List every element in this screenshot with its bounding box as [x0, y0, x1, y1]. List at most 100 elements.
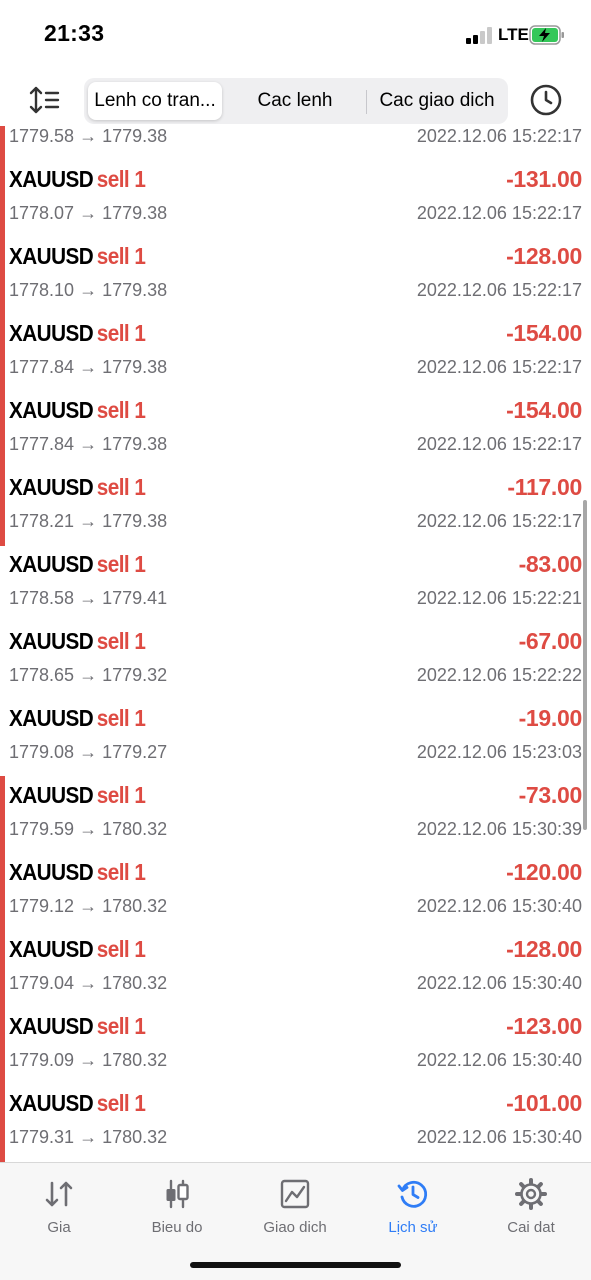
segment-open-orders[interactable]: Lenh co tran... — [88, 82, 222, 120]
battery-charging-icon — [529, 25, 564, 45]
tab-label: Bieu do — [151, 1219, 203, 1236]
home-indicator[interactable] — [190, 1262, 401, 1268]
list-item[interactable]: XAUUSD sell 1 -83.00 1778.58 → 1779.41 20… — [0, 542, 591, 619]
timestamp: 2022.12.06 15:22:17 — [416, 511, 582, 531]
list-item[interactable]: XAUUSD sell 1 -154.00 1777.84 → 1779.38 2… — [0, 311, 591, 388]
network-type: LTE — [498, 25, 529, 44]
scrollbar[interactable] — [583, 500, 587, 830]
timestamp: 2022.12.06 15:22:17 — [416, 357, 582, 377]
trade-side: sell 1 — [96, 1090, 146, 1116]
price-range: 1779.31 → 1780.32 — [9, 1127, 168, 1147]
trade-side: sell 1 — [96, 243, 146, 269]
symbol: XAUUSD — [9, 166, 94, 192]
trade-side: sell 1 — [96, 166, 146, 192]
tab-label: Lịch sử — [388, 1219, 438, 1236]
profit: -154.00 — [506, 320, 582, 346]
quotes-icon — [45, 1181, 73, 1207]
trade-side: sell 1 — [96, 320, 146, 346]
list-item-partial[interactable]: 1779.58 → 1779.38 2022.12.06 15:22:17 — [0, 126, 591, 157]
timestamp: 2022.12.06 15:30:40 — [416, 1050, 582, 1070]
tab-quotes[interactable]: Gia — [0, 1171, 118, 1241]
symbol: XAUUSD — [9, 628, 94, 654]
profit: -128.00 — [506, 936, 582, 962]
profit: -101.00 — [506, 1090, 582, 1116]
trade-side: sell 1 — [96, 936, 146, 962]
symbol: XAUUSD — [9, 1090, 94, 1116]
tab-label: Gia — [47, 1219, 71, 1236]
price-range: 1779.59 → 1780.32 — [9, 819, 168, 839]
profit: -83.00 — [518, 551, 583, 577]
tab-label: Cai dat — [507, 1219, 555, 1236]
trade-side: sell 1 — [96, 1013, 146, 1039]
timestamp: 2022.12.06 15:23:03 — [416, 742, 582, 762]
segment-divider — [366, 90, 367, 114]
timestamp: 2022.12.06 15:22:17 — [416, 434, 582, 454]
profit: -128.00 — [506, 243, 582, 269]
segmented-control: Lenh co tran... Cac lenh Cac giao dich — [84, 78, 508, 124]
list-item[interactable]: XAUUSD sell 1 -120.00 1779.12 → 1780.32 2… — [0, 850, 591, 927]
symbol: XAUUSD — [9, 243, 94, 269]
profit: -131.00 — [506, 166, 582, 192]
price-range: 1779.08 → 1779.27 — [9, 742, 168, 762]
timestamp: 2022.12.06 15:22:17 — [416, 126, 582, 146]
trade-chart-icon — [280, 1179, 310, 1209]
list-item[interactable]: XAUUSD sell 1 -117.00 1778.21 → 1779.38 2… — [0, 465, 591, 542]
price-range: 1777.84 → 1779.38 — [9, 357, 168, 377]
tab-trade[interactable]: Giao dich — [236, 1171, 354, 1241]
price-range: 1779.58 → 1779.38 — [9, 126, 168, 146]
timestamp: 2022.12.06 15:30:40 — [416, 896, 582, 916]
tab-charts[interactable]: Bieu do — [118, 1171, 236, 1241]
symbol: XAUUSD — [9, 705, 94, 731]
trade-side: sell 1 — [96, 705, 146, 731]
sort-icon[interactable] — [26, 82, 64, 118]
list-item[interactable]: XAUUSD sell 1 -19.00 1779.08 → 1779.27 20… — [0, 696, 591, 773]
chart-candles-icon — [166, 1179, 189, 1209]
profit: -120.00 — [506, 859, 582, 885]
tab-label: Giao dich — [263, 1219, 327, 1236]
price-range: 1778.21 → 1779.38 — [9, 511, 168, 531]
segment-orders[interactable]: Cac lenh — [226, 82, 364, 120]
profit: -19.00 — [518, 705, 583, 731]
symbol: XAUUSD — [9, 782, 94, 808]
list-item[interactable]: XAUUSD sell 1 -131.00 1778.07 → 1779.38 2… — [0, 157, 591, 234]
list-item[interactable]: XAUUSD sell 1 -123.00 1779.09 → 1780.32 2… — [0, 1004, 591, 1081]
trade-side: sell 1 — [96, 397, 146, 423]
list-item[interactable]: XAUUSD sell 1 -73.00 1779.59 → 1780.32 20… — [0, 773, 591, 850]
price-range: 1778.65 → 1779.32 — [9, 665, 168, 685]
symbol: XAUUSD — [9, 474, 94, 500]
list-item[interactable]: XAUUSD sell 1 -128.00 1778.10 → 1779.38 2… — [0, 234, 591, 311]
timestamp: 2022.12.06 15:22:21 — [416, 588, 582, 608]
timestamp: 2022.12.06 15:30:40 — [416, 1127, 582, 1147]
cellular-signal-icon — [466, 27, 494, 44]
tab-history[interactable]: Lịch sử — [354, 1171, 472, 1241]
segment-deals[interactable]: Cac giao dich — [368, 82, 506, 120]
status-bar: 21:33 LTE — [0, 0, 591, 70]
list-item[interactable]: XAUUSD sell 1 -101.00 1779.31 → 1780.32 2… — [0, 1081, 591, 1158]
settings-icon — [515, 1178, 547, 1210]
symbol: XAUUSD — [9, 936, 94, 962]
trade-side: sell 1 — [96, 628, 146, 654]
symbol: XAUUSD — [9, 551, 94, 577]
price-range: 1779.04 → 1780.32 — [9, 973, 168, 993]
timestamp: 2022.12.06 15:22:17 — [416, 203, 582, 223]
price-range: 1778.58 → 1779.41 — [9, 588, 168, 608]
top-toolbar: Lenh co tran... Cac lenh Cac giao dich — [0, 74, 591, 126]
clock-icon[interactable] — [528, 82, 564, 118]
trade-side: sell 1 — [96, 551, 146, 577]
symbol: XAUUSD — [9, 320, 94, 346]
trade-side: sell 1 — [96, 474, 146, 500]
price-range: 1778.07 → 1779.38 — [9, 203, 168, 223]
profit: -117.00 — [507, 474, 582, 500]
price-range: 1779.12 → 1780.32 — [9, 896, 168, 916]
trade-side: sell 1 — [96, 859, 146, 885]
tab-settings[interactable]: Cai dat — [472, 1171, 590, 1241]
profit: -154.00 — [506, 397, 582, 423]
list-item[interactable]: XAUUSD sell 1 -154.00 1777.84 → 1779.38 2… — [0, 388, 591, 465]
profit: -123.00 — [506, 1013, 582, 1039]
profit: -67.00 — [518, 628, 583, 654]
list-item[interactable]: XAUUSD sell 1 -128.00 1779.04 → 1780.32 2… — [0, 927, 591, 1004]
list-item[interactable]: XAUUSD sell 1 -67.00 1778.65 → 1779.32 20… — [0, 619, 591, 696]
symbol: XAUUSD — [9, 859, 94, 885]
history-list[interactable]: 1779.58 → 1779.38 2022.12.06 15:22:17 XA… — [0, 126, 591, 1162]
profit: -73.00 — [518, 782, 583, 808]
